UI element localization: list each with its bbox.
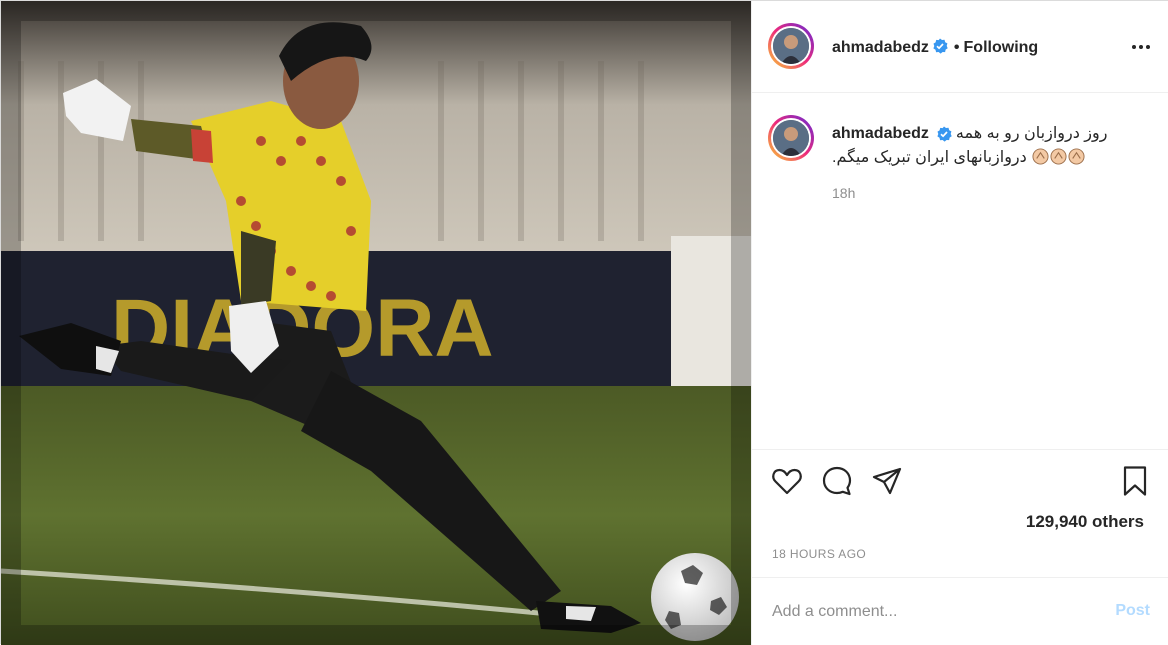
caption-timestamp[interactable]: 18h <box>832 185 855 201</box>
post-image[interactable]: DIADORA <box>1 1 751 645</box>
clapping-hands-icon <box>1032 148 1049 165</box>
profile-photo <box>773 120 809 156</box>
separator-dot: • <box>953 39 960 56</box>
caption-line-2: دروازبانهای ایران تبریک میگم. <box>832 149 1027 166</box>
header-name-line: ahmadabedz • Following <box>832 38 1038 57</box>
comment-input[interactable] <box>770 598 1094 626</box>
following-button[interactable]: Following <box>964 39 1039 56</box>
avatar[interactable] <box>768 23 814 69</box>
instagram-post: DIADORA <box>0 0 1168 645</box>
comment-box: Post <box>752 577 1168 645</box>
verified-badge-icon <box>937 126 952 142</box>
post-header: ahmadabedz • Following <box>752 1 1168 93</box>
heart-icon[interactable] <box>770 464 804 498</box>
caption-line-1: روز دروازبان رو به همه <box>955 125 1108 142</box>
share-icon[interactable] <box>870 464 904 498</box>
post-timestamp[interactable]: 18 HOURS AGO <box>772 547 866 561</box>
post-comment-button[interactable]: Post <box>1115 602 1150 620</box>
clapping-hands-icon <box>1068 148 1085 165</box>
post-side-panel: ahmadabedz • Following ahmadabedz روز در… <box>751 1 1168 645</box>
username-link[interactable]: ahmadabedz <box>832 39 929 56</box>
comment-icon[interactable] <box>820 464 854 498</box>
caption-avatar[interactable] <box>768 115 814 161</box>
caption-text: ahmadabedz روز دروازبان رو به همه دروازب… <box>832 123 1152 169</box>
caption-section: ahmadabedz روز دروازبان رو به همه دروازب… <box>752 93 1168 449</box>
caption-username[interactable]: ahmadabedz <box>832 123 929 145</box>
more-options-icon[interactable] <box>1130 37 1152 57</box>
profile-photo <box>773 28 809 64</box>
likes-count[interactable]: 129,940 others <box>1026 512 1144 532</box>
verified-badge-icon <box>933 38 948 54</box>
clapping-hands-icon <box>1050 148 1067 165</box>
bookmark-icon[interactable] <box>1118 464 1152 498</box>
